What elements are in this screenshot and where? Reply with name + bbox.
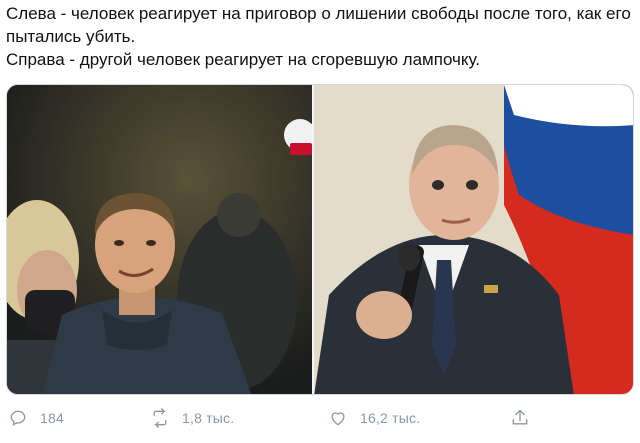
reply-button[interactable]: 184 xyxy=(8,408,64,428)
share-icon xyxy=(512,409,528,425)
tweet-text-line-2: Справа - другой человек реагирует на сго… xyxy=(6,50,481,69)
like-button[interactable]: 16,2 тыс. xyxy=(328,408,420,428)
like-count: 16,2 тыс. xyxy=(360,410,421,426)
tweet-text-line-1: Слева - человек реагирует на приговор о … xyxy=(6,4,631,46)
tweet-actions: 184 1,8 тыс. 16,2 тыс. xyxy=(6,402,634,438)
share-button[interactable] xyxy=(510,408,542,428)
heart-icon xyxy=(331,412,345,426)
reply-icon xyxy=(10,410,26,426)
media-photo-left[interactable] xyxy=(7,85,312,394)
courtroom-photo-illustration xyxy=(7,85,312,394)
tweet-text: Слева - человек реагирует на приговор о … xyxy=(6,2,634,71)
retweet-button[interactable]: 1,8 тыс. xyxy=(150,408,234,428)
tweet-media[interactable] xyxy=(6,84,634,395)
media-photo-right[interactable] xyxy=(314,85,633,394)
microphone-photo-illustration xyxy=(314,85,633,394)
retweet-icon xyxy=(153,408,167,428)
retweet-count: 1,8 тыс. xyxy=(182,410,235,426)
reply-count: 184 xyxy=(40,410,64,426)
